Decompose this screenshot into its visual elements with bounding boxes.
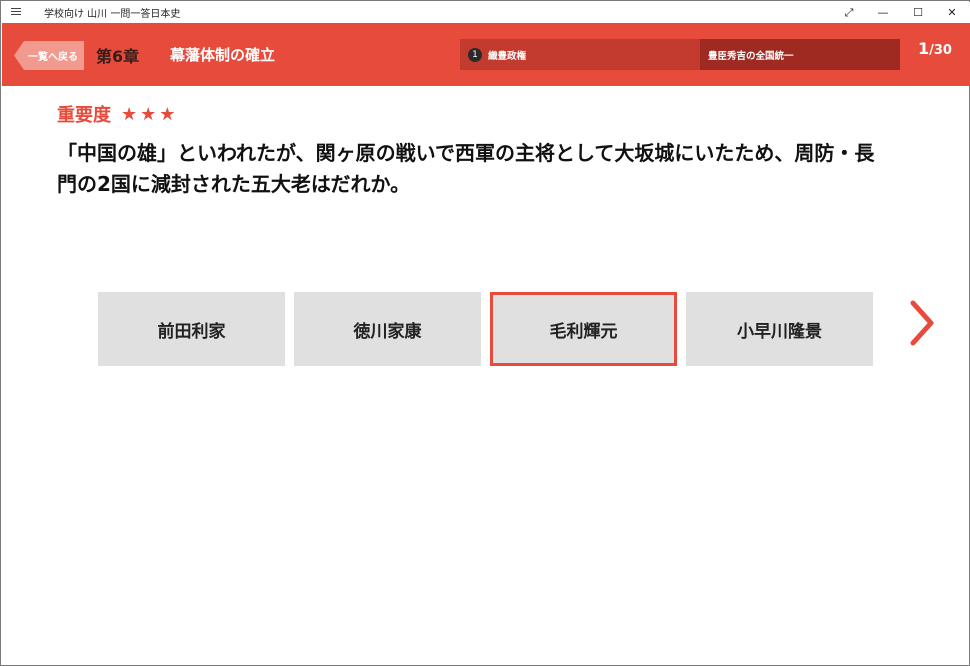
hamburger-icon[interactable] (10, 6, 24, 18)
question-text: 「中国の雄」といわれたが、関ヶ原の戦いで西軍の主将として大坂城にいたため、周防・… (57, 141, 875, 196)
question-counter: 1/30 (918, 39, 952, 58)
close-icon[interactable]: ✕ (935, 2, 969, 23)
choice-button[interactable]: 徳川家康 (294, 292, 481, 366)
header-bar: 一覧へ戻る 第6章 幕藩体制の確立 1 織豊政権 豊臣秀吉の全国統一 1/30 (2, 23, 970, 86)
counter-current: 1 (918, 39, 930, 58)
expand-icon[interactable]: ⤢ (832, 2, 866, 23)
back-to-list-button[interactable]: 一覧へ戻る (14, 41, 84, 70)
app-title: 学校向け 山川 一問一答日本史 (44, 9, 181, 20)
section-breadcrumb: 1 織豊政権 豊臣秀吉の全国統一 (460, 39, 900, 70)
maximize-icon[interactable]: ☐ (901, 2, 935, 23)
chapter-number: 第6章 (96, 47, 140, 66)
counter-total: 30 (933, 43, 952, 58)
choice-button-selected[interactable]: 毛利輝元 (490, 292, 677, 366)
answer-choices: 前田利家 徳川家康 毛利輝元 小早川隆景 (98, 292, 873, 366)
app-window: 学校向け 山川 一問一答日本史 ⤢ — ☐ ✕ 一覧へ戻る 第6章 幕藩体制の確… (0, 0, 970, 666)
section-label: 織豊政権 (488, 50, 527, 62)
section-number-badge: 1 (468, 47, 482, 62)
star-icon: ★★★ (121, 103, 179, 125)
choice-button[interactable]: 前田利家 (98, 292, 285, 366)
importance-rating: 重要度 ★★★ (57, 101, 178, 127)
title-bar: 学校向け 山川 一問一答日本史 ⤢ — ☐ ✕ (2, 2, 970, 23)
minimize-icon[interactable]: — (866, 2, 900, 23)
subsection-label: 豊臣秀吉の全国統一 (708, 50, 794, 62)
choice-button[interactable]: 小早川隆景 (686, 292, 873, 366)
subsection-item[interactable]: 豊臣秀吉の全国統一 (700, 39, 900, 70)
importance-label: 重要度 (57, 105, 111, 126)
chapter-title: 幕藩体制の確立 (170, 46, 276, 64)
chevron-right-icon[interactable] (905, 298, 937, 348)
section-item[interactable]: 1 織豊政権 (460, 39, 700, 70)
